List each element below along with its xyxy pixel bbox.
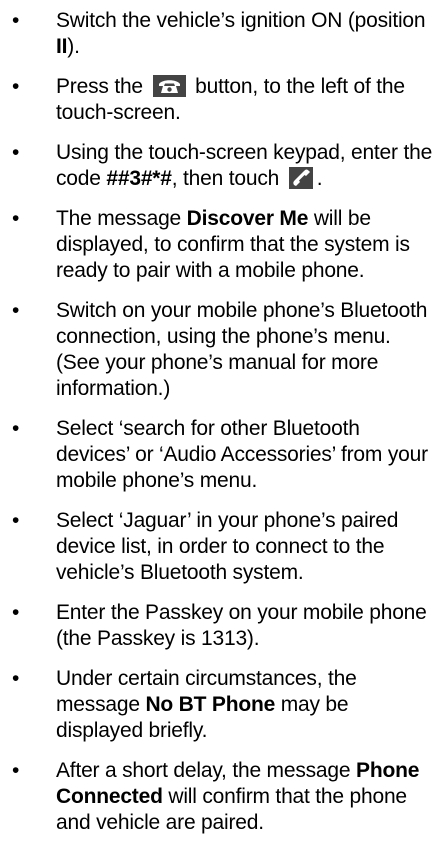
- step-enter-code: • Using the touch-screen keypad, enter t…: [8, 140, 438, 192]
- bullet: •: [12, 601, 20, 624]
- step-text: Switch the vehicle’s ignition ON (positi…: [56, 9, 426, 32]
- step-discover-me: • The message Discover Me will be displa…: [8, 206, 438, 284]
- bullet: •: [12, 417, 20, 440]
- phone-handset-icon: [152, 75, 186, 97]
- step-text: ).: [67, 35, 80, 58]
- bullet: •: [12, 9, 20, 32]
- step-no-bt-phone: • Under certain circumstances, the messa…: [8, 666, 438, 744]
- step-enter-passkey: • Enter the Passkey on your mobile phone…: [8, 600, 438, 652]
- step-text: Press the: [56, 75, 149, 98]
- bullet: •: [12, 141, 20, 164]
- handset-call-icon: [288, 167, 313, 189]
- bullet: •: [12, 509, 20, 532]
- step-select-jaguar: • Select ‘Jaguar’ in your phone’s paired…: [8, 508, 438, 586]
- pairing-steps-list: • Switch the vehicle’s ignition ON (posi…: [8, 8, 438, 836]
- instruction-document: • Switch the vehicle’s ignition ON (posi…: [0, 0, 442, 836]
- step-text: Enter the Passkey on your mobile phone (…: [56, 601, 427, 650]
- step-text: The message: [56, 207, 187, 230]
- bullet: •: [12, 299, 20, 322]
- step-bold-text: Discover Me: [186, 207, 309, 230]
- bullet: •: [12, 667, 20, 690]
- step-text: Switch on your mobile phone’s Bluetooth …: [56, 299, 428, 400]
- step-press-phone-button: • Press the button, to the left of the t…: [8, 74, 438, 126]
- step-text: Select ‘search for other Bluetooth devic…: [56, 417, 428, 492]
- step-ignition: • Switch the vehicle’s ignition ON (posi…: [8, 8, 438, 60]
- bullet: •: [12, 75, 20, 98]
- step-bold-text: ##3#*#: [106, 167, 172, 190]
- bullet: •: [12, 207, 20, 230]
- step-bold-text: No BT Phone: [145, 693, 276, 716]
- step-text: .: [316, 167, 323, 190]
- step-search-devices: • Select ‘search for other Bluetooth dev…: [8, 416, 438, 494]
- step-bluetooth-on: • Switch on your mobile phone’s Bluetoot…: [8, 298, 438, 402]
- bullet: •: [12, 759, 20, 782]
- step-text: After a short delay, the message: [56, 759, 357, 782]
- step-text: , then touch: [171, 167, 285, 190]
- step-text: Select ‘Jaguar’ in your phone’s paired d…: [56, 509, 399, 584]
- step-phone-connected: • After a short delay, the message Phone…: [8, 758, 438, 836]
- step-bold-text: II: [56, 35, 68, 58]
